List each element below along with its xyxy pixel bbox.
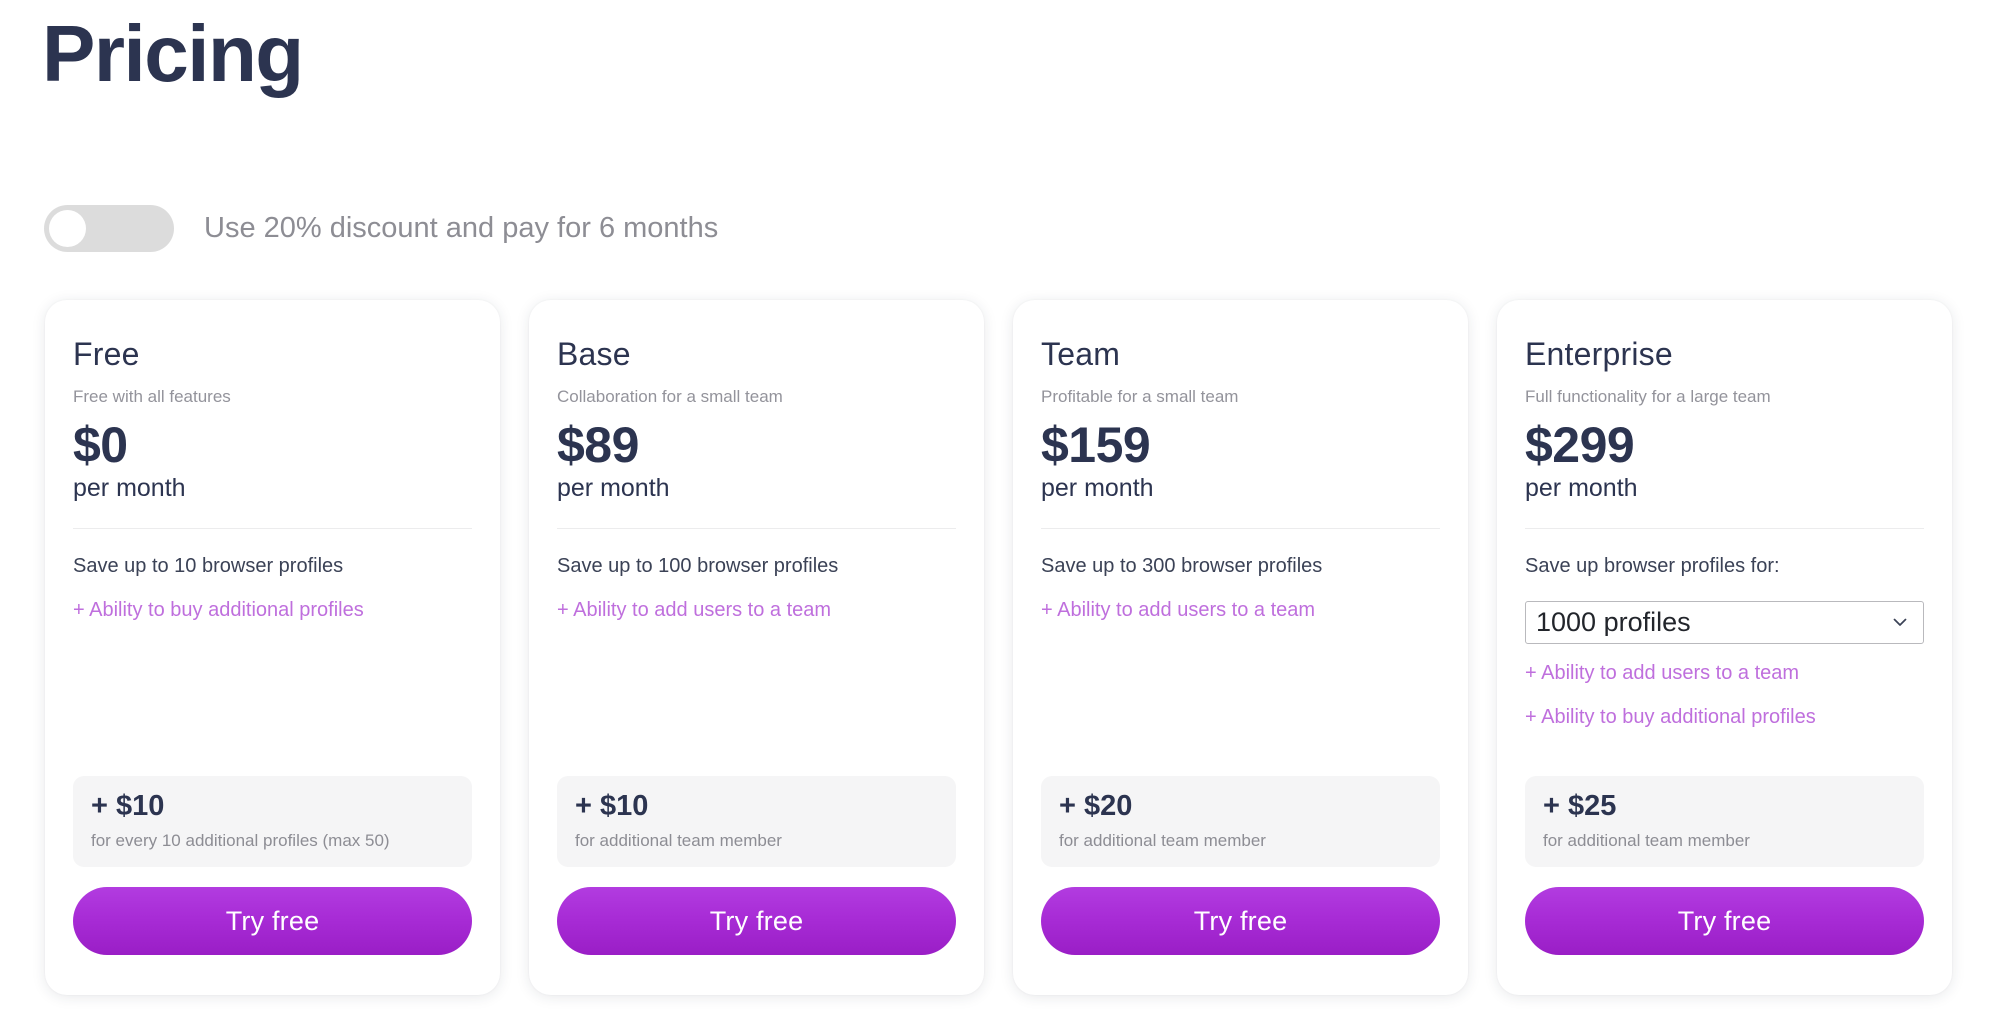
plan-feature-accent: + Ability to buy additional profiles: [1525, 705, 1816, 728]
plan-price: $89: [557, 417, 639, 473]
plan-addon-box: + $10 for additional team member: [557, 776, 956, 867]
plan-feature-accent: + Ability to add users to a team: [1041, 598, 1316, 621]
card-divider: [1041, 527, 1440, 529]
plan-feature-accent: + Ability to add users to a team: [557, 598, 832, 621]
pricing-card-enterprise: Enterprise Full functionality for a larg…: [1497, 300, 1952, 995]
plan-feature-accent: + Ability to buy additional profiles: [73, 598, 364, 621]
plan-name: Team: [1041, 336, 1121, 372]
addon-price: + $25: [1543, 790, 1617, 822]
pricing-card-base: Base Collaboration for a small team $89 …: [529, 300, 984, 995]
pricing-page: Pricing Use 20% discount and pay for 6 m…: [0, 0, 1999, 1036]
plan-period: per month: [73, 473, 186, 502]
profiles-select-label: Save up browser profiles for:: [1525, 554, 1780, 577]
addon-note: for every 10 additional profiles (max 50…: [91, 831, 390, 850]
plan-tagline: Free with all features: [73, 387, 231, 406]
plan-addon-box: + $20 for additional team member: [1041, 776, 1440, 867]
plan-price: $159: [1041, 417, 1151, 473]
toggle-knob-icon: [49, 210, 86, 247]
discount-toggle-switch[interactable]: [44, 205, 174, 252]
plan-period: per month: [1041, 473, 1154, 502]
card-divider: [1525, 527, 1924, 529]
addon-note: for additional team member: [575, 831, 782, 850]
try-free-button[interactable]: Try free: [73, 887, 472, 955]
addon-price: + $20: [1059, 790, 1133, 822]
plan-name: Base: [557, 336, 631, 372]
plan-feature: Save up to 10 browser profiles: [73, 554, 344, 577]
plan-tagline: Profitable for a small team: [1041, 387, 1239, 406]
plan-name: Free: [73, 336, 140, 372]
plan-period: per month: [1525, 473, 1638, 502]
try-free-button[interactable]: Try free: [557, 887, 956, 955]
try-free-button[interactable]: Try free: [1041, 887, 1440, 955]
chevron-down-icon: [1891, 613, 1909, 631]
card-divider: [557, 527, 956, 529]
page-title: Pricing: [42, 9, 304, 98]
pricing-card-free: Free Free with all features $0 per month…: [45, 300, 500, 995]
plan-price: $0: [73, 417, 128, 473]
plan-feature-accent: + Ability to add users to a team: [1525, 661, 1800, 684]
plan-name: Enterprise: [1525, 336, 1673, 372]
pricing-card-team: Team Profitable for a small team $159 pe…: [1013, 300, 1468, 995]
plan-period: per month: [557, 473, 670, 502]
discount-toggle-row: Use 20% discount and pay for 6 months: [44, 205, 718, 252]
plan-tagline: Collaboration for a small team: [557, 387, 783, 406]
addon-note: for additional team member: [1543, 831, 1750, 850]
plan-feature: Save up to 300 browser profiles: [1041, 554, 1323, 577]
addon-price: + $10: [575, 790, 649, 822]
pricing-cards-container: Free Free with all features $0 per month…: [45, 300, 1970, 1000]
plan-addon-box: + $10 for every 10 additional profiles (…: [73, 776, 472, 867]
plan-price: $299: [1525, 417, 1635, 473]
discount-toggle-label: Use 20% discount and pay for 6 months: [204, 212, 719, 244]
addon-note: for additional team member: [1059, 831, 1266, 850]
plan-feature: Save up to 100 browser profiles: [557, 554, 839, 577]
addon-price: + $10: [91, 790, 165, 822]
plan-addon-box: + $25 for additional team member: [1525, 776, 1924, 867]
plan-tagline: Full functionality for a large team: [1525, 387, 1771, 406]
try-free-button[interactable]: Try free: [1525, 887, 1924, 955]
profiles-select[interactable]: 1000 profiles: [1525, 600, 1924, 644]
card-divider: [73, 527, 472, 529]
profiles-select-value: 1000 profiles: [1536, 608, 1691, 636]
